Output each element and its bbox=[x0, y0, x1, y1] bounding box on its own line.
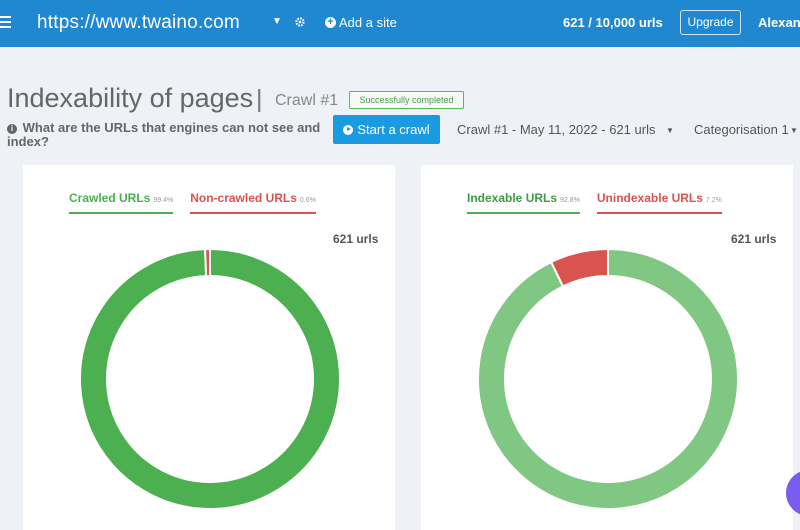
chevron-down-icon[interactable]: ▼ bbox=[666, 126, 674, 135]
page-question: i What are the URLs that engines can not… bbox=[7, 121, 327, 149]
upgrade-button[interactable]: Upgrade bbox=[680, 10, 741, 35]
plus-circle-icon: + bbox=[325, 17, 336, 28]
chart-legend: Indexable URLs 92.8% Unindexable URLs 7.2% bbox=[467, 189, 722, 214]
start-crawl-label: Start a crawl bbox=[357, 122, 430, 137]
crawl-select[interactable]: Crawl #1 - May 11, 2022 - 621 urls bbox=[457, 122, 655, 137]
total-urls-label: 621 urls bbox=[333, 232, 379, 246]
indexable-chart-panel: Indexable URLs 92.8% Unindexable URLs 7.2%… bbox=[421, 165, 793, 530]
total-urls-label: 621 urls bbox=[731, 232, 777, 246]
legend-percent: 99.4% bbox=[153, 197, 174, 204]
add-site-label: Add a site bbox=[339, 15, 397, 30]
legend-item-non-crawled[interactable]: Non-crawled URLs 0.6% bbox=[190, 189, 316, 214]
donut-slice-crawled-urls[interactable] bbox=[79, 247, 341, 510]
caret-down-icon[interactable]: ▼ bbox=[272, 16, 282, 27]
url-quota: 621 / 10,000 urls bbox=[563, 15, 663, 30]
user-menu[interactable]: Alexandre bbox=[758, 15, 800, 30]
page-title: Indexability of pages bbox=[7, 83, 254, 113]
crawled-donut-chart bbox=[79, 247, 341, 510]
legend-label: Crawled URLs bbox=[69, 191, 151, 205]
legend-item-indexable[interactable]: Indexable URLs 92.8% bbox=[467, 189, 580, 214]
top-navigation-bar: https://www.twaino.com ▼ + Add a site 62… bbox=[0, 0, 800, 47]
legend-label: Unindexable URLs bbox=[596, 191, 703, 205]
start-crawl-button[interactable]: Start a crawl bbox=[333, 115, 440, 144]
legend-label: Indexable URLs bbox=[467, 191, 558, 205]
legend-item-unindexable[interactable]: Unindexable URLs 7.2% bbox=[596, 189, 722, 214]
hamburger-menu-icon[interactable] bbox=[0, 13, 12, 33]
site-url-selector[interactable]: https://www.twaino.com bbox=[37, 12, 240, 34]
donut-slice-indexable-urls[interactable] bbox=[477, 247, 739, 510]
gear-icon[interactable] bbox=[294, 15, 306, 29]
donut-slice-unindexable-urls[interactable] bbox=[549, 247, 609, 288]
legend-percent: 7.2% bbox=[705, 197, 722, 204]
play-circle-icon bbox=[343, 124, 354, 135]
crawl-label: Crawl #1 bbox=[275, 92, 339, 109]
legend-label: Non-crawled URLs bbox=[190, 191, 297, 205]
add-site-button[interactable]: + Add a site bbox=[325, 15, 397, 30]
question-text: What are the URLs that engines can not s… bbox=[7, 120, 321, 149]
indexable-donut-chart bbox=[477, 247, 739, 510]
chart-legend: Crawled URLs 99.4% Non-crawled URLs 0.6% bbox=[69, 189, 316, 214]
crawled-chart-panel: Crawled URLs 99.4% Non-crawled URLs 0.6% 6… bbox=[23, 165, 395, 530]
legend-percent: 92.8% bbox=[560, 197, 580, 204]
status-badge: Successfully completed bbox=[349, 91, 464, 109]
info-icon[interactable]: i bbox=[7, 124, 17, 134]
legend-item-crawled[interactable]: Crawled URLs 99.4% bbox=[69, 189, 174, 214]
donut-slice-non-crawled-urls[interactable] bbox=[204, 247, 211, 278]
chevron-down-icon[interactable]: ▼ bbox=[790, 126, 798, 135]
categorisation-select[interactable]: Categorisation 1 bbox=[694, 122, 789, 137]
legend-percent: 0.6% bbox=[299, 197, 316, 204]
title-separator: | bbox=[256, 85, 263, 113]
